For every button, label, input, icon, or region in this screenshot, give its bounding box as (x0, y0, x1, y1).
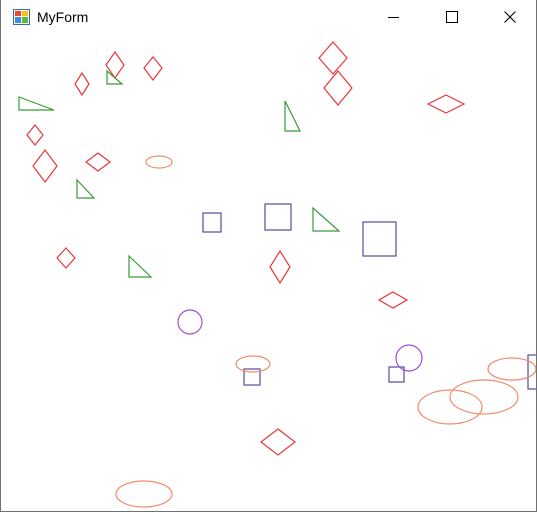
ellipse-shape (487, 357, 536, 381)
ellipse-shape (449, 379, 519, 415)
ellipse-shape (115, 480, 173, 508)
minimize-button[interactable] (371, 0, 417, 34)
diamond-shape (426, 94, 466, 114)
drawing-canvas[interactable] (1, 34, 536, 511)
diamond-shape (74, 71, 90, 97)
diamond-shape (85, 152, 111, 172)
diamond-shape (143, 56, 163, 81)
diamond-shape (377, 291, 409, 309)
square-shape (362, 221, 397, 257)
close-icon (504, 11, 516, 23)
triangle-shape (284, 100, 301, 132)
maximize-icon (446, 11, 458, 23)
triangle-shape (128, 254, 153, 278)
maximize-button[interactable] (429, 0, 475, 34)
diamond-shape (318, 41, 348, 75)
triangle-shape (76, 178, 96, 199)
app-icon (13, 9, 30, 25)
ellipse-shape (145, 155, 173, 169)
diamond-shape (56, 247, 76, 269)
triangle-shape (106, 69, 124, 85)
diamond-shape (269, 249, 291, 285)
close-button[interactable] (487, 0, 533, 34)
window-title: MyForm (37, 9, 89, 25)
diamond-shape (323, 70, 353, 106)
triangle-shape (312, 206, 341, 232)
diamond-shape (105, 50, 125, 80)
circle-shape (177, 309, 203, 335)
app-window: MyForm (0, 0, 537, 512)
diamond-shape (260, 428, 296, 456)
ellipse-shape (235, 355, 271, 373)
triangle-shape (18, 96, 55, 111)
square-shape (202, 212, 222, 233)
square-shape (264, 203, 292, 231)
diamond-shape (26, 124, 44, 146)
minimize-icon (388, 17, 399, 18)
title-bar[interactable]: MyForm (1, 0, 536, 34)
diamond-shape (32, 149, 58, 183)
circle-shape (395, 344, 423, 372)
